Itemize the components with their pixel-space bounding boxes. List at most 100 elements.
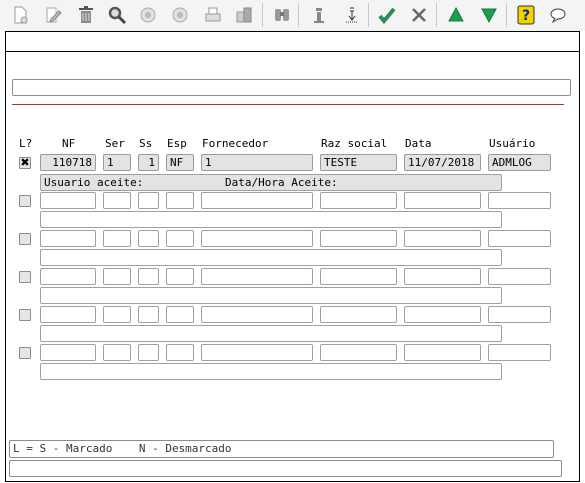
esp-field[interactable] [166,306,194,323]
usuario-field[interactable]: ADMLOG [488,154,551,171]
aceite-info-field [40,249,502,266]
col-header-l: L? [19,137,33,150]
ss-field[interactable]: 1 [138,154,159,171]
export-button[interactable] [233,4,255,26]
nf-field[interactable] [40,230,96,247]
col-header-fornecedor: Fornecedor [202,137,269,150]
fornecedor-field[interactable] [201,268,313,285]
fornecedor-field[interactable]: 1 [201,154,313,171]
col-header-usuario: Usuário [489,137,536,150]
esp-field[interactable] [166,344,194,361]
esp-field[interactable] [166,230,194,247]
razao-social-field[interactable] [320,268,397,285]
info-button[interactable] [308,4,330,26]
binoculars-button[interactable] [271,4,293,26]
usuario-field[interactable] [488,268,551,285]
trash-icon [79,6,93,23]
search-button[interactable] [106,4,128,26]
razao-social-field[interactable]: TESTE [320,154,397,171]
ser-field[interactable]: 1 [103,154,131,171]
row-checkbox[interactable]: ✖ [19,157,31,169]
data-field[interactable] [404,268,481,285]
new-document-button[interactable] [9,4,31,26]
razao-social-field[interactable] [320,230,397,247]
fornecedor-field[interactable] [201,230,313,247]
usuario-field[interactable] [488,306,551,323]
nf-field[interactable] [40,192,96,209]
cancel-icon [412,8,426,22]
ss-field[interactable] [138,268,159,285]
ss-field[interactable] [138,344,159,361]
aceite-info-field: Usuario aceite: Data/Hora Aceite: [40,174,502,191]
print-button[interactable] [202,4,224,26]
toolbar-separator [436,3,437,27]
toolbar-separator [368,3,369,27]
status-field[interactable] [9,460,562,477]
col-header-nf: NF [62,137,76,150]
edit-button[interactable] [42,4,64,26]
row-checkbox[interactable] [19,195,31,207]
toolbar-separator [262,3,263,27]
ser-field[interactable] [103,230,131,247]
toolbar-separator [506,3,507,27]
toolbar-separator [298,3,299,27]
header-field[interactable] [12,79,571,96]
usuario-field[interactable] [488,192,551,209]
ser-field[interactable] [103,306,131,323]
chat-button[interactable] [547,4,569,26]
aceite-info-field [40,325,502,342]
ss-field[interactable] [138,230,159,247]
aceite-info-field [40,287,502,304]
cancel-button[interactable] [408,4,430,26]
col-header-data: Data [405,137,432,150]
next-button[interactable] [169,4,191,26]
data-field[interactable] [404,344,481,361]
row-checkbox[interactable] [19,347,31,359]
data-hora-aceite-label: Data/Hora Aceite: [225,176,338,189]
ser-field[interactable] [103,268,131,285]
razao-social-field[interactable] [320,306,397,323]
confirm-icon [378,7,396,25]
help-button[interactable]: ? [515,4,537,26]
move-up-button[interactable] [445,4,467,26]
data-field[interactable] [404,306,481,323]
esp-field[interactable]: NF [166,154,194,171]
ser-field[interactable] [103,344,131,361]
move-down-button[interactable] [478,4,500,26]
razao-social-field[interactable] [320,192,397,209]
fornecedor-field[interactable] [201,344,313,361]
chat-icon [550,8,566,24]
nf-field[interactable] [40,268,96,285]
ser-field[interactable] [103,192,131,209]
nf-field[interactable]: 110718 [40,154,96,171]
esp-field[interactable] [166,192,194,209]
row-checkbox[interactable] [19,233,31,245]
razao-social-field[interactable] [320,344,397,361]
ss-field[interactable] [138,192,159,209]
nf-field[interactable] [40,344,96,361]
data-field[interactable]: 11/07/2018 [404,154,481,171]
arrow-down-icon [481,8,497,24]
data-field[interactable] [404,230,481,247]
aceite-info-field [40,211,502,228]
arrow-up-icon [448,6,464,22]
usuario-field[interactable] [488,344,551,361]
search-icon [108,6,127,25]
fornecedor-field[interactable] [201,306,313,323]
info-icon [314,8,324,23]
print-icon [205,7,221,22]
usuario-field[interactable] [488,230,551,247]
data-field[interactable] [404,192,481,209]
sort-button[interactable] [341,4,363,26]
confirm-button[interactable] [376,4,398,26]
esp-field[interactable] [166,268,194,285]
row-checkbox[interactable] [19,271,31,283]
toolbar: ? [0,0,585,31]
delete-button[interactable] [75,4,97,26]
row-checkbox[interactable] [19,309,31,321]
usuario-aceite-label: Usuario aceite: [44,176,144,189]
fornecedor-field[interactable] [201,192,313,209]
nf-field[interactable] [40,306,96,323]
previous-button[interactable] [137,4,159,26]
ss-field[interactable] [138,306,159,323]
